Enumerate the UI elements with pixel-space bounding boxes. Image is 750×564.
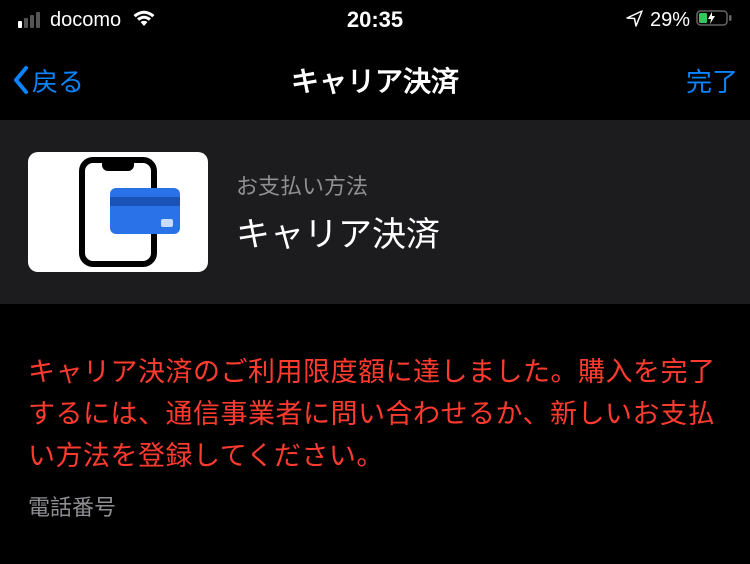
- error-message: キャリア決済のご利用限度額に達しました。購入を完了するには、通信事業者に問い合わ…: [28, 352, 722, 478]
- payment-method-text: お支払い方法 キャリア決済: [236, 169, 440, 256]
- signal-bars-icon: [18, 12, 40, 28]
- carrier-label: docomo: [50, 9, 121, 32]
- payment-subtitle: お支払い方法: [236, 169, 440, 201]
- location-icon: [626, 9, 644, 32]
- chevron-left-icon: [12, 65, 30, 95]
- phone-number-label: 電話番号: [28, 490, 722, 522]
- carrier-billing-icon: [28, 152, 208, 272]
- status-bar: docomo 20:35 29%: [0, 0, 750, 40]
- battery-icon: [696, 10, 732, 31]
- back-label: 戻る: [32, 62, 84, 99]
- payment-method-card: お支払い方法 キャリア決済: [0, 120, 750, 304]
- back-button[interactable]: 戻る: [12, 62, 84, 99]
- nav-bar: 戻る キャリア決済 完了: [0, 40, 750, 120]
- payment-title: キャリア決済: [236, 207, 440, 256]
- error-section: キャリア決済のご利用限度額に達しました。購入を完了するには、通信事業者に問い合わ…: [0, 304, 750, 534]
- battery-percent: 29%: [650, 9, 690, 32]
- wifi-icon: [133, 10, 155, 31]
- done-button[interactable]: 完了: [686, 62, 738, 99]
- page-title: キャリア決済: [291, 60, 459, 100]
- time-label: 20:35: [347, 7, 403, 33]
- status-right: 29%: [626, 9, 732, 32]
- status-left: docomo: [18, 9, 155, 32]
